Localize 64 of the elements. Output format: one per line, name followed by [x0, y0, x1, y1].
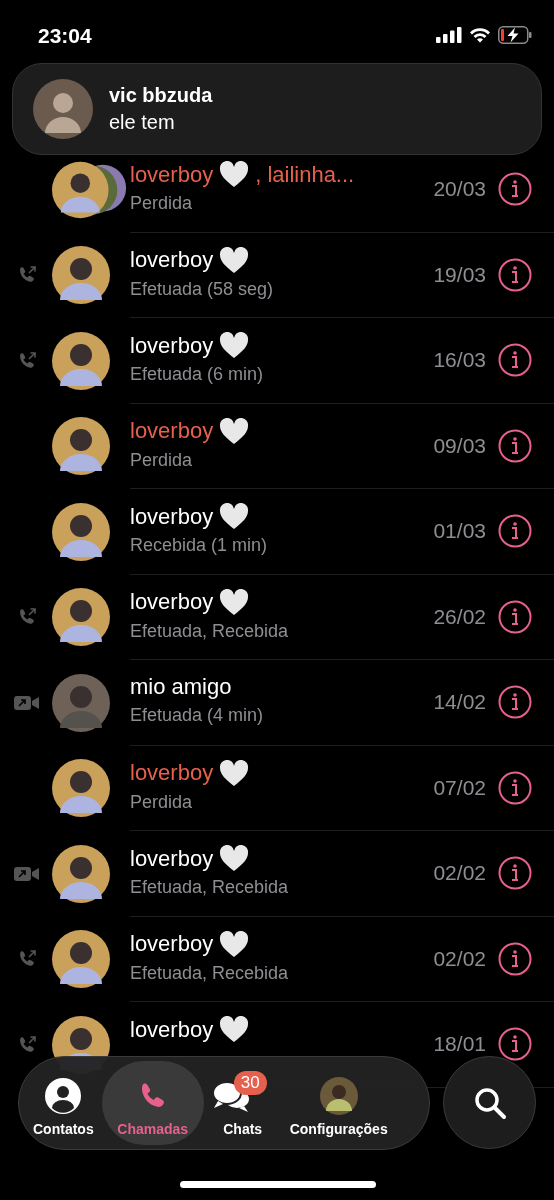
notification-message: ele tem [109, 111, 176, 134]
call-detail: Perdida [130, 449, 194, 471]
info-icon[interactable] [498, 343, 532, 378]
call-date: 09/03 [433, 433, 486, 458]
contact-name: loverboy [130, 1016, 214, 1043]
contact-name: loverboy [130, 332, 214, 359]
info-icon[interactable] [498, 1027, 532, 1062]
call-detail: Efetuada (6 min) [130, 364, 265, 386]
battery-charging-icon [498, 26, 532, 44]
contact-name: loverboy [130, 760, 214, 787]
call-date: 20/03 [433, 177, 486, 202]
contact-name: loverboy [130, 503, 214, 530]
call-detail: Perdida [130, 791, 194, 813]
call-detail: Efetuada, Recebida [130, 962, 290, 984]
info-icon[interactable] [498, 685, 532, 720]
call-date: 26/02 [433, 604, 486, 629]
person-icon [45, 1078, 82, 1114]
call-date: 14/02 [433, 690, 486, 715]
info-icon[interactable] [498, 257, 532, 292]
tab[interactable]: Contatos [25, 1061, 102, 1145]
notification-banner[interactable]: vic bbzuda ele tem [12, 63, 542, 155]
video-call-icon [14, 694, 40, 711]
tab[interactable]: 30 Chats [203, 1061, 282, 1145]
info-icon[interactable] [498, 172, 532, 207]
contact-name: loverboy [130, 589, 214, 616]
contact-name: loverboy [130, 247, 214, 274]
profile-avatar-icon [319, 1077, 358, 1115]
call-date: 01/03 [433, 519, 486, 544]
contact-name: loverboy [130, 161, 214, 188]
info-icon[interactable] [498, 770, 532, 805]
call-detail: Efetuada, Recebida [130, 877, 290, 899]
video-call-icon [14, 865, 40, 882]
outgoing-call-icon [17, 1034, 37, 1055]
info-icon[interactable] [498, 941, 532, 976]
contact-name: mio amigo [130, 674, 232, 701]
call-detail: Efetuada (58 seg) [130, 278, 275, 300]
info-icon[interactable] [498, 599, 532, 634]
info-icon[interactable] [498, 514, 532, 549]
info-icon[interactable] [498, 856, 532, 891]
contact-name: loverboy [130, 418, 214, 445]
call-date: 07/02 [433, 775, 486, 800]
call-date: 02/02 [433, 861, 486, 886]
signal-icon [436, 27, 462, 43]
status-time: 23:04 [38, 24, 92, 48]
contact-name: loverboy [130, 845, 214, 872]
call-date: 16/03 [433, 348, 486, 373]
tab[interactable]: Chamadas [101, 1061, 204, 1145]
info-icon[interactable] [498, 428, 532, 463]
call-date: 18/01 [433, 1032, 486, 1057]
wifi-icon [469, 27, 491, 43]
call-detail: Perdida [130, 193, 194, 215]
contact-name: , lailinha... [255, 161, 355, 188]
call-date: 19/03 [433, 262, 486, 287]
call-detail: Recebida (1 min) [130, 535, 269, 557]
call-detail: Efetuada, Recebida [130, 620, 290, 642]
contact-name: loverboy [130, 931, 214, 958]
notification-title: vic bbzuda [109, 84, 213, 107]
outgoing-call-icon [17, 350, 37, 371]
call-detail: Efetuada (4 min) [130, 705, 265, 727]
avatar-icon [33, 79, 93, 139]
unread-count-badge: 30 [233, 1071, 267, 1095]
call-date: 02/02 [433, 946, 486, 971]
search-icon [472, 1085, 507, 1120]
tab[interactable]: Configurações [281, 1061, 396, 1145]
